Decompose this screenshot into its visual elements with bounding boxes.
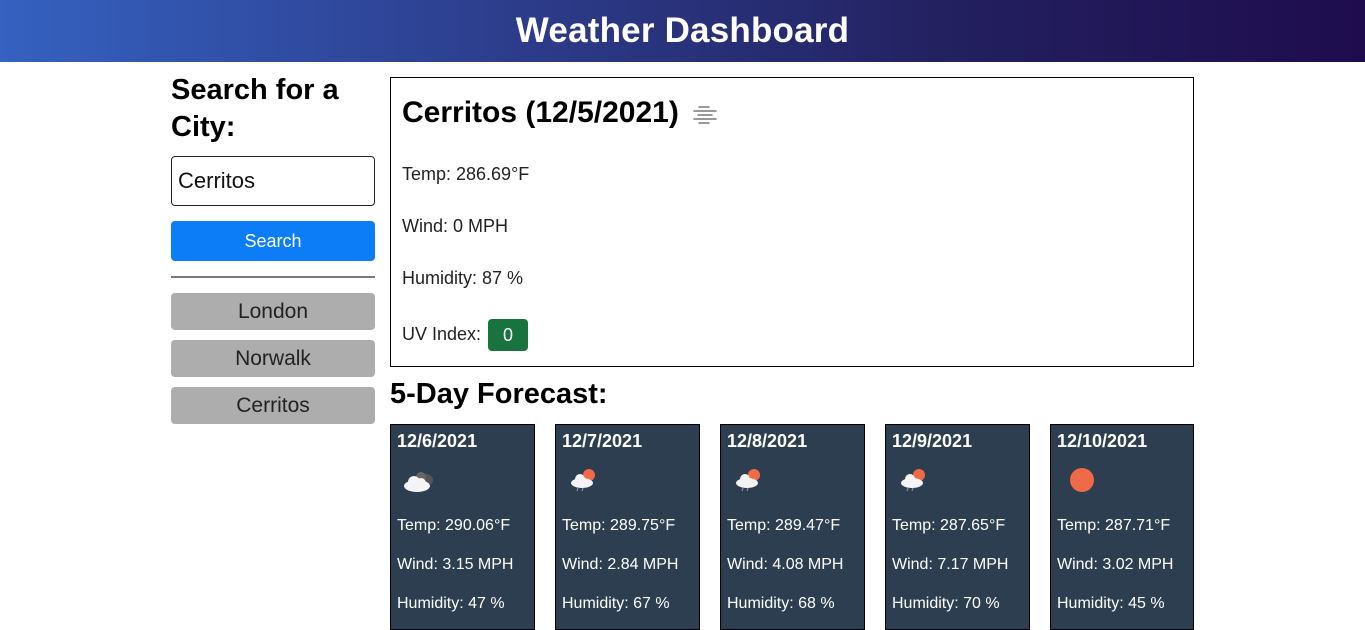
forecast-humidity: Humidity: 47 % (397, 595, 505, 612)
forecast-date: 12/7/2021 (562, 431, 643, 451)
current-weather-title: Cerritos (12/5/2021) (402, 96, 719, 130)
current-temp: Temp: 286.69°F (402, 164, 530, 184)
rain-sun-icon (564, 463, 604, 497)
current-uv: UV Index: 0 (402, 319, 529, 351)
page-header: Weather Dashboard (0, 0, 1365, 62)
search-history: London Norwalk Cerritos (171, 293, 375, 434)
forecast-card: 12/7/2021 Temp: 289.75°F Wind: 2.84 MPH … (555, 424, 700, 630)
uv-index-badge: 0 (488, 319, 529, 351)
forecast-humidity: Humidity: 67 % (562, 595, 670, 612)
forecast-date: 12/9/2021 (892, 431, 973, 451)
forecast-temp: Temp: 287.65°F (892, 517, 1006, 534)
current-humidity: Humidity: 87 % (402, 268, 524, 288)
forecast-humidity: Humidity: 45 % (1057, 595, 1165, 612)
forecast-card: 12/9/2021 Temp: 287.65°F Wind: 7.17 MPH … (885, 424, 1030, 630)
forecast-card: 12/10/2021 Temp: 287.71°F Wind: 3.02 MPH… (1050, 424, 1194, 630)
uv-label: UV Index: (402, 323, 482, 344)
forecast-wind: Wind: 3.02 MPH (1057, 556, 1174, 573)
search-heading: Search for a City: (171, 74, 339, 143)
mist-icon (691, 101, 719, 125)
current-weather-card: Cerritos (12/5/2021) Temp: 286.69°F Wind… (390, 77, 1194, 367)
rain-sun-icon (729, 463, 769, 497)
forecast-humidity: Humidity: 70 % (892, 595, 1000, 612)
rain-sun-icon (894, 463, 934, 497)
history-button-cerritos[interactable]: Cerritos (171, 387, 375, 424)
forecast-date: 12/8/2021 (727, 431, 808, 451)
forecast-heading: 5-Day Forecast: (390, 378, 608, 410)
forecast-card: 12/8/2021 Temp: 289.47°F Wind: 4.08 MPH … (720, 424, 865, 630)
clear-sun-icon (1059, 463, 1099, 497)
forecast-wind: Wind: 3.15 MPH (397, 556, 514, 573)
city-search-input[interactable] (171, 156, 375, 206)
sidebar-divider (171, 276, 375, 278)
forecast-date: 12/10/2021 (1057, 431, 1148, 451)
forecast-temp: Temp: 290.06°F (397, 517, 511, 534)
forecast-humidity: Humidity: 68 % (727, 595, 835, 612)
current-wind: Wind: 0 MPH (402, 216, 509, 236)
sidebar: Search for a City: Search London Norwalk… (171, 72, 375, 424)
history-button-norwalk[interactable]: Norwalk (171, 340, 375, 377)
history-button-london[interactable]: London (171, 293, 375, 330)
forecast-temp: Temp: 289.75°F (562, 517, 676, 534)
forecast-wind: Wind: 7.17 MPH (892, 556, 1009, 573)
forecast-temp: Temp: 287.71°F (1057, 517, 1171, 534)
forecast-temp: Temp: 289.47°F (727, 517, 841, 534)
forecast-card: 12/6/2021 Temp: 290.06°F Wind: 3.15 MPH … (390, 424, 535, 630)
broken-clouds-icon (399, 463, 439, 497)
forecast-date: 12/6/2021 (397, 431, 478, 451)
current-city-date: Cerritos (12/5/2021) (402, 96, 679, 129)
forecast-wind: Wind: 4.08 MPH (727, 556, 844, 573)
forecast-wind: Wind: 2.84 MPH (562, 556, 679, 573)
search-button[interactable]: Search (171, 221, 375, 261)
page-title: Weather Dashboard (515, 11, 850, 50)
